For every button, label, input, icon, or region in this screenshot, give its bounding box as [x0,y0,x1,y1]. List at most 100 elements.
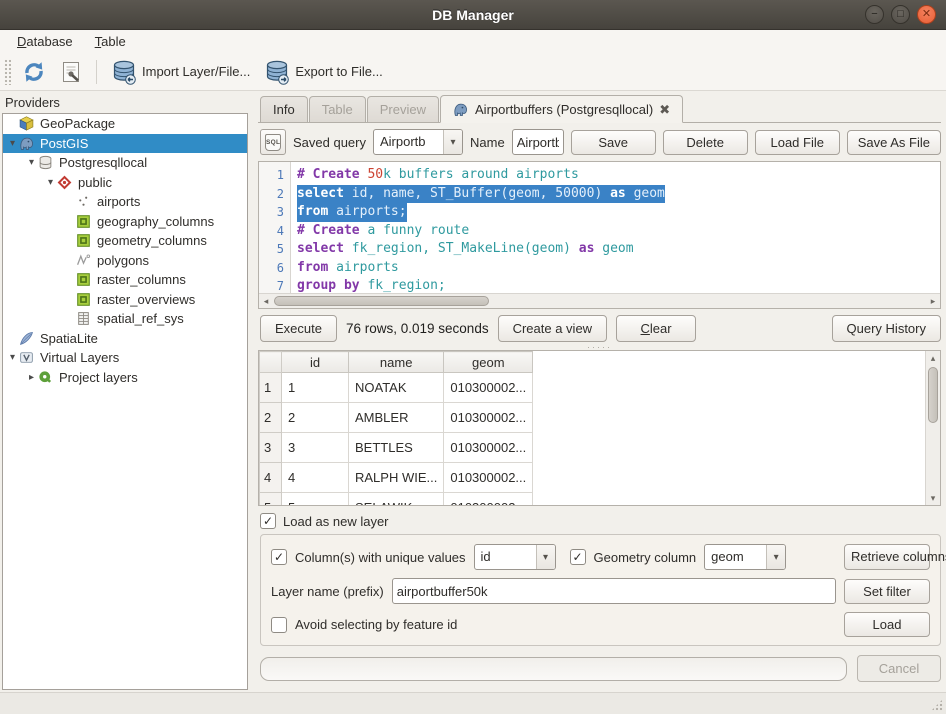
table-row[interactable]: 33BETTLES010300002... [260,433,533,463]
sql-code-line[interactable]: select fk_region, ST_MakeLine(geom) as g… [297,240,940,259]
sql-code-line[interactable]: # Create a funny route [297,222,940,241]
minimize-button[interactable]: − [865,5,884,24]
row-header-cell[interactable]: 1 [260,373,282,403]
column-header-geom[interactable]: geom [444,352,533,373]
query-name-input[interactable] [512,129,564,155]
vscroll-thumb[interactable] [928,367,938,423]
table-cell[interactable]: 3 [282,433,349,463]
toolbar-drag-handle[interactable] [4,59,11,85]
retrieve-columns-button[interactable]: Retrieve columns [844,544,930,570]
tab-close-icon[interactable]: ✖ [659,103,670,116]
tree-item-airports[interactable]: airports [3,192,247,212]
sql-code-line[interactable]: group by fk_region; [297,277,940,293]
maximize-button[interactable]: □ [891,5,910,24]
row-header-cell[interactable]: 4 [260,463,282,493]
column-header-name[interactable]: name [349,352,444,373]
tree-item-raster-columns[interactable]: raster_columns [3,270,247,290]
unique-values-checkbox[interactable]: ✓ [271,549,287,565]
tree-item-virtual-layers[interactable]: ▾Virtual Layers [3,348,247,368]
table-cell[interactable]: 5 [282,493,349,506]
tab-info[interactable]: Info [260,96,308,122]
load-as-new-layer-row[interactable]: ✓ Load as new layer [260,513,941,529]
table-cell[interactable]: 010300002... [444,433,533,463]
scroll-right-icon[interactable]: ▸ [926,294,940,308]
table-cell[interactable]: 010300002... [444,373,533,403]
row-header-cell[interactable]: 5 [260,493,282,506]
tab-airportbuffers-postgresqllocal-[interactable]: Airportbuffers (Postgresqllocal)✖ [440,95,683,123]
column-header-id[interactable]: id [282,352,349,373]
execute-button[interactable]: Execute [260,315,337,342]
row-header-cell[interactable]: 2 [260,403,282,433]
table-cell[interactable]: 010300002... [444,403,533,433]
resize-grip[interactable] [931,699,943,711]
results-vertical-scrollbar[interactable]: ▴ ▾ [925,351,940,505]
delete-button[interactable]: Delete [663,130,748,155]
results-table[interactable]: id name geom 11NOATAK010300002...22AMBLE… [259,351,533,505]
sql-editor[interactable]: 1234567 # Create 50k buffers around airp… [258,161,941,309]
scroll-up-icon[interactable]: ▴ [926,351,940,365]
sql-code-line[interactable]: select id, name, ST_Buffer(geom, 50000) … [297,185,940,204]
table-cell[interactable]: 4 [282,463,349,493]
panel-splitter[interactable] [248,94,258,690]
collapse-arrow-icon[interactable]: ▾ [6,351,19,364]
table-cell[interactable]: SELAWIK [349,493,444,506]
refresh-button[interactable] [17,57,51,87]
sql-code-area[interactable]: # Create 50k buffers around airportssele… [291,162,940,293]
geometry-column-checkbox[interactable]: ✓ [570,549,586,565]
tree-item-spatialite[interactable]: SpatiaLite [3,329,247,349]
saved-query-combobox[interactable]: Airportb ▾ [373,129,463,155]
save-as-file-button[interactable]: Save As File [847,130,941,155]
table-cell[interactable]: NOATAK [349,373,444,403]
geometry-column-combobox[interactable]: geom ▾ [704,544,786,570]
sql-code-line[interactable]: from airports [297,259,940,278]
table-row[interactable]: 44RALPH WIE...010300002... [260,463,533,493]
editor-horizontal-scrollbar[interactable]: ◂ ▸ [259,293,940,308]
unique-values-combobox[interactable]: id ▾ [474,544,556,570]
table-row[interactable]: 11NOATAK010300002... [260,373,533,403]
load-button[interactable]: Load [844,612,930,637]
sql-code-line[interactable]: from airports; [297,203,940,222]
tree-item-postgis[interactable]: ▾PostGIS [3,134,247,154]
layer-name-input[interactable] [392,578,836,604]
tree-item-geopackage[interactable]: GeoPackage [3,114,247,134]
collapse-arrow-icon[interactable]: ▾ [25,156,38,169]
expand-arrow-icon[interactable]: ▸ [25,371,38,384]
table-cell[interactable]: 2 [282,403,349,433]
menu-table[interactable]: Table [86,32,135,51]
table-cell[interactable]: BETTLES [349,433,444,463]
sql-code-line[interactable]: # Create 50k buffers around airports [297,166,940,185]
tree-item-polygons[interactable]: polygons [3,251,247,271]
avoid-feature-id-checkbox[interactable] [271,617,287,633]
collapse-arrow-icon[interactable]: ▾ [44,176,57,189]
table-cell[interactable]: 010300002... [444,463,533,493]
collapse-arrow-icon[interactable]: ▾ [6,137,19,150]
scroll-left-icon[interactable]: ◂ [259,294,273,308]
table-cell[interactable]: AMBLER [349,403,444,433]
close-button[interactable]: ✕ [917,5,936,24]
sql-window-button[interactable] [55,57,87,87]
cancel-button[interactable]: Cancel [857,655,941,682]
save-button[interactable]: Save [571,130,656,155]
providers-tree[interactable]: GeoPackage▾PostGIS▾Postgresqllocal▾publi… [2,113,248,690]
tree-item-spatial-ref-sys[interactable]: spatial_ref_sys [3,309,247,329]
table-row[interactable]: 55SELAWIK010300002... [260,493,533,506]
clear-button[interactable]: Clear [616,315,696,342]
load-file-button[interactable]: Load File [755,130,840,155]
titlebar[interactable]: DB Manager − □ ✕ [0,0,946,30]
saved-query-sql-button[interactable]: SQL [260,129,286,155]
tree-item-geography-columns[interactable]: geography_columns [3,212,247,232]
query-history-button[interactable]: Query History [832,315,941,342]
table-cell[interactable]: 1 [282,373,349,403]
tree-item-geometry-columns[interactable]: geometry_columns [3,231,247,251]
import-layer-button[interactable]: Import Layer/File... [106,56,255,88]
menu-database[interactable]: Database [8,32,82,51]
tree-item-postgresqllocal[interactable]: ▾Postgresqllocal [3,153,247,173]
table-cell[interactable]: RALPH WIE... [349,463,444,493]
create-view-button[interactable]: Create a view [498,315,607,342]
tree-item-project-layers[interactable]: ▸Project layers [3,368,247,388]
tree-item-raster-overviews[interactable]: raster_overviews [3,290,247,310]
tree-item-public[interactable]: ▾public [3,173,247,193]
export-file-button[interactable]: Export to File... [259,56,387,88]
set-filter-button[interactable]: Set filter [844,579,930,604]
hscroll-thumb[interactable] [274,296,489,306]
